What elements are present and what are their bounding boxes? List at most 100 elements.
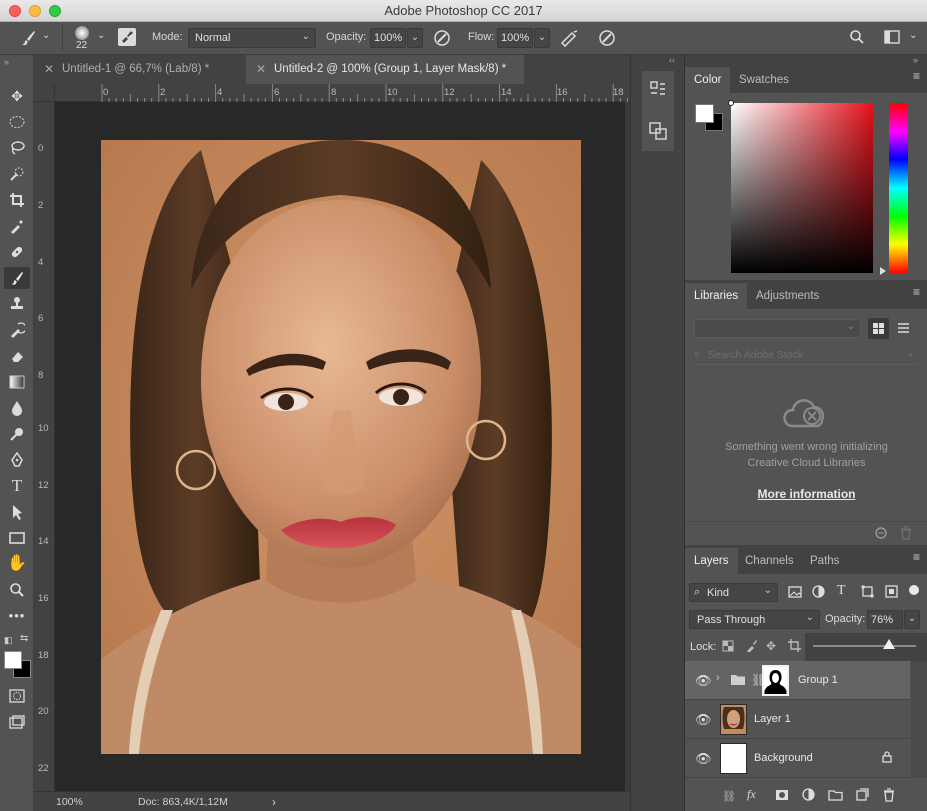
document-image[interactable] [101,140,581,754]
move-tool-icon[interactable]: ✥ [4,85,30,107]
eraser-tool-icon[interactable] [4,345,30,367]
layer-name[interactable]: Background [754,752,813,764]
layer-style-icon[interactable]: fx [747,787,756,802]
history-brush-tool-icon[interactable] [4,319,30,341]
tab-swatches[interactable]: Swatches [730,67,798,93]
status-menu-arrow[interactable]: › [272,795,276,809]
panel-menu-icon[interactable]: ≡ [913,551,920,563]
library-select[interactable]: ⌄ [694,319,861,338]
layer-thumbnail[interactable] [720,743,747,774]
filter-adjustment-icon[interactable] [812,585,825,601]
filter-shape-icon[interactable] [861,585,874,601]
sync-icon[interactable] [874,526,890,543]
opacity-input[interactable]: 100% [370,28,406,48]
brush-tool-icon[interactable] [4,267,30,289]
close-tab-icon[interactable]: ✕ [44,62,54,76]
new-layer-icon[interactable] [856,788,869,804]
quick-selection-tool-icon[interactable] [4,163,30,185]
dodge-tool-icon[interactable] [4,423,30,445]
pressure-opacity-icon[interactable] [433,29,451,51]
clone-stamp-tool-icon[interactable] [4,293,30,315]
tab-color[interactable]: Color [685,67,731,93]
chevron-down-icon[interactable]: ⌄ [909,30,917,41]
layer-thumbnail[interactable] [720,704,747,735]
close-tab-icon[interactable]: ✕ [256,62,266,76]
horizontal-ruler[interactable]: 0 2 4 6 8 10 12 14 16 18 [55,84,630,102]
color-picker-handle[interactable] [728,100,734,106]
layer-row-background[interactable]: 👁 Background [685,739,910,778]
zoom-level[interactable]: 100% [56,796,83,808]
tab-channels[interactable]: Channels [736,548,803,574]
history-panel-icon[interactable] [648,79,668,99]
layer-mask-thumbnail[interactable] [762,665,789,696]
document-tab-untitled-1[interactable]: ✕ Untitled-1 @ 66,7% (Lab/8) * [34,55,244,84]
flow-input[interactable]: 100% [497,28,533,48]
layer-name[interactable]: Layer 1 [754,713,791,725]
mode-select[interactable]: Normal ⌄ [188,28,316,48]
filter-toggle-icon[interactable] [909,585,919,595]
opacity-slider-popup[interactable] [805,633,927,661]
filter-type-icon[interactable]: T [837,583,846,599]
airbrush-icon[interactable] [560,29,580,51]
document-tab-untitled-2[interactable]: ✕ Untitled-2 @ 100% (Group 1, Layer Mask… [246,55,524,84]
expand-dock-icon[interactable]: » [685,55,927,67]
layer-opacity-dropdown[interactable]: ⌄ [904,610,920,629]
pressure-size-icon[interactable] [598,29,616,51]
gradient-tool-icon[interactable] [4,371,30,393]
blur-tool-icon[interactable] [4,397,30,419]
tab-libraries[interactable]: Libraries [685,283,748,309]
search-icon[interactable] [849,29,865,49]
brush-tip-icon[interactable] [75,26,89,40]
visibility-eye-icon[interactable]: 👁 [695,751,712,767]
stock-search[interactable]: ⌕ Search Adobe Stock ⌄ [694,347,919,365]
properties-panel-icon[interactable] [648,121,668,141]
lasso-tool-icon[interactable] [4,137,30,159]
lock-icon[interactable] [882,751,892,766]
collapse-toolbar-icon[interactable]: » [4,57,9,67]
hue-slider[interactable] [889,103,908,273]
chevron-down-icon[interactable]: ⌄ [42,30,50,41]
collapse-dock-icon[interactable]: ‹‹ [669,55,675,65]
blend-mode-select[interactable]: Pass Through ⌄ [689,610,820,629]
panel-menu-icon[interactable]: ≡ [913,70,920,82]
hand-tool-icon[interactable]: ✋ [4,553,30,575]
visibility-eye-icon[interactable]: 👁 [695,712,712,728]
lock-artboard-icon[interactable] [788,639,801,655]
visibility-eye-icon[interactable]: 👁 [695,673,712,689]
path-selection-tool-icon[interactable] [4,501,30,523]
layer-row-layer-1[interactable]: 👁 Layer 1 [685,700,910,739]
add-mask-icon[interactable] [775,789,789,804]
layer-name[interactable]: Group 1 [798,674,838,686]
rectangle-tool-icon[interactable] [4,527,30,549]
layer-row-group-1[interactable]: 👁 › ⛓ Group 1 [685,661,910,700]
brush-tool-preset-icon[interactable] [18,28,38,52]
new-group-icon[interactable] [828,789,843,804]
expand-group-chevron-icon[interactable]: › [716,672,720,684]
layer-opacity-input[interactable]: 76% [867,610,903,629]
crop-tool-icon[interactable] [4,189,30,211]
workspace-icon[interactable] [884,30,900,48]
zoom-tool-icon[interactable] [4,579,30,601]
opacity-slider-handle[interactable] [883,639,895,649]
lock-pixels-icon[interactable] [745,639,757,655]
opacity-dropdown[interactable]: ⌄ [407,28,423,48]
vertical-ruler[interactable]: 0 2 4 6 8 10 12 14 16 18 20 22 [34,102,55,791]
more-tools-icon[interactable]: ••• [4,605,30,627]
tab-paths[interactable]: Paths [801,548,848,574]
link-layers-icon[interactable]: ⛓ [722,790,736,803]
layer-filter-select[interactable]: ⌕ Kind ⌄ [689,583,778,602]
flow-dropdown[interactable]: ⌄ [534,28,550,48]
tab-layers[interactable]: Layers [685,548,738,574]
more-information-link[interactable]: More information [685,487,927,501]
foreground-color-swatch[interactable] [4,651,22,669]
default-colors-icon[interactable]: ◧ [4,635,13,646]
hue-slider-handle[interactable] [880,267,886,275]
trash-icon[interactable] [900,526,912,543]
type-tool-icon[interactable]: T [4,475,30,497]
panel-menu-icon[interactable]: ≡ [913,286,920,298]
healing-brush-tool-icon[interactable] [4,241,30,263]
filter-pixel-icon[interactable] [788,586,802,601]
adjustment-layer-icon[interactable] [802,788,815,804]
ruler-origin[interactable] [34,84,55,102]
brush-panel-toggle-icon[interactable] [118,28,136,46]
